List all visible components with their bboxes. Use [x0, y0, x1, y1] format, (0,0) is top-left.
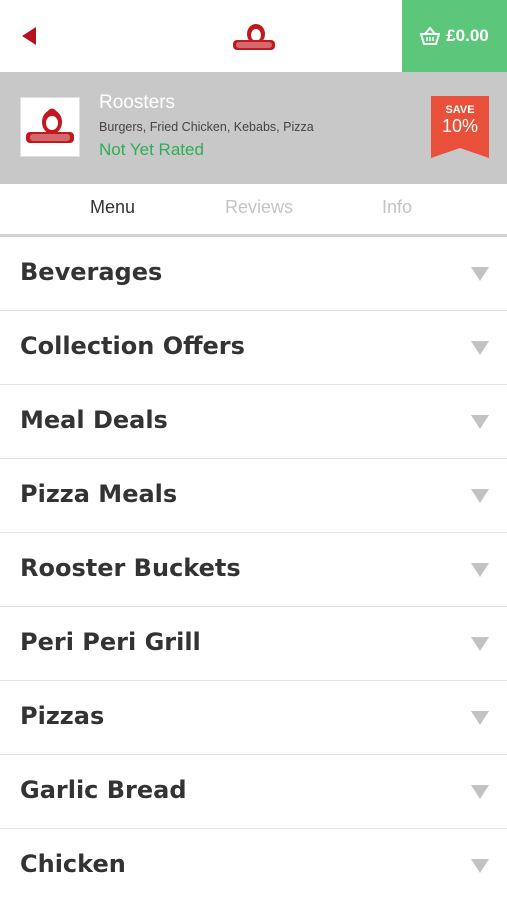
category-label: Collection Offers	[20, 332, 245, 360]
category-label: Peri Peri Grill	[20, 628, 201, 656]
top-bar: £0.00	[0, 0, 507, 72]
chevron-down-icon	[471, 563, 489, 577]
back-arrow-icon[interactable]	[20, 26, 38, 46]
discount-badge: SAVE 10%	[431, 96, 489, 158]
category-row-peri-peri-grill[interactable]: Peri Peri Grill	[0, 607, 507, 681]
restaurant-name: Roosters	[99, 92, 176, 113]
menu-category-list: Beverages Collection Offers Meal Deals P…	[0, 237, 507, 903]
category-label: Chicken	[20, 850, 126, 878]
discount-label: SAVE	[445, 104, 475, 116]
category-row-rooster-buckets[interactable]: Rooster Buckets	[0, 533, 507, 607]
rating-status: Not Yet Rated	[99, 140, 204, 159]
category-row-collection-offers[interactable]: Collection Offers	[0, 311, 507, 385]
chevron-down-icon	[471, 785, 489, 799]
category-label: Garlic Bread	[20, 776, 187, 804]
category-label: Meal Deals	[20, 406, 168, 434]
category-row-beverages[interactable]: Beverages	[0, 237, 507, 311]
category-row-pizzas[interactable]: Pizzas	[0, 681, 507, 755]
category-label: Rooster Buckets	[20, 554, 241, 582]
restaurant-logo	[20, 97, 80, 157]
tab-info[interactable]: Info	[382, 197, 412, 218]
category-label: Pizza Meals	[20, 480, 178, 508]
chevron-down-icon	[471, 711, 489, 725]
basket-button[interactable]: £0.00	[402, 0, 507, 72]
category-row-pizza-meals[interactable]: Pizza Meals	[0, 459, 507, 533]
basket-total: £0.00	[446, 26, 489, 45]
chevron-down-icon	[471, 489, 489, 503]
tab-menu[interactable]: Menu	[90, 197, 135, 218]
roosters-logo-icon	[26, 108, 74, 143]
chevron-down-icon	[471, 859, 489, 873]
restaurant-cuisines: Burgers, Fried Chicken, Kebabs, Pizza	[99, 120, 314, 134]
category-label: Beverages	[20, 258, 163, 286]
discount-percent: 10%	[441, 116, 479, 136]
chevron-down-icon	[471, 415, 489, 429]
roosters-logo-icon	[233, 24, 275, 50]
chevron-down-icon	[471, 341, 489, 355]
chevron-down-icon	[471, 267, 489, 281]
category-row-garlic-bread[interactable]: Garlic Bread	[0, 755, 507, 829]
category-row-chicken[interactable]: Chicken	[0, 829, 507, 903]
chevron-down-icon	[471, 637, 489, 651]
basket-icon	[420, 27, 441, 45]
category-label: Pizzas	[20, 702, 105, 730]
tab-reviews[interactable]: Reviews	[225, 197, 293, 218]
restaurant-header: Roosters Burgers, Fried Chicken, Kebabs,…	[0, 72, 507, 184]
category-row-meal-deals[interactable]: Meal Deals	[0, 385, 507, 459]
tab-bar: Menu Reviews Info	[0, 184, 507, 237]
